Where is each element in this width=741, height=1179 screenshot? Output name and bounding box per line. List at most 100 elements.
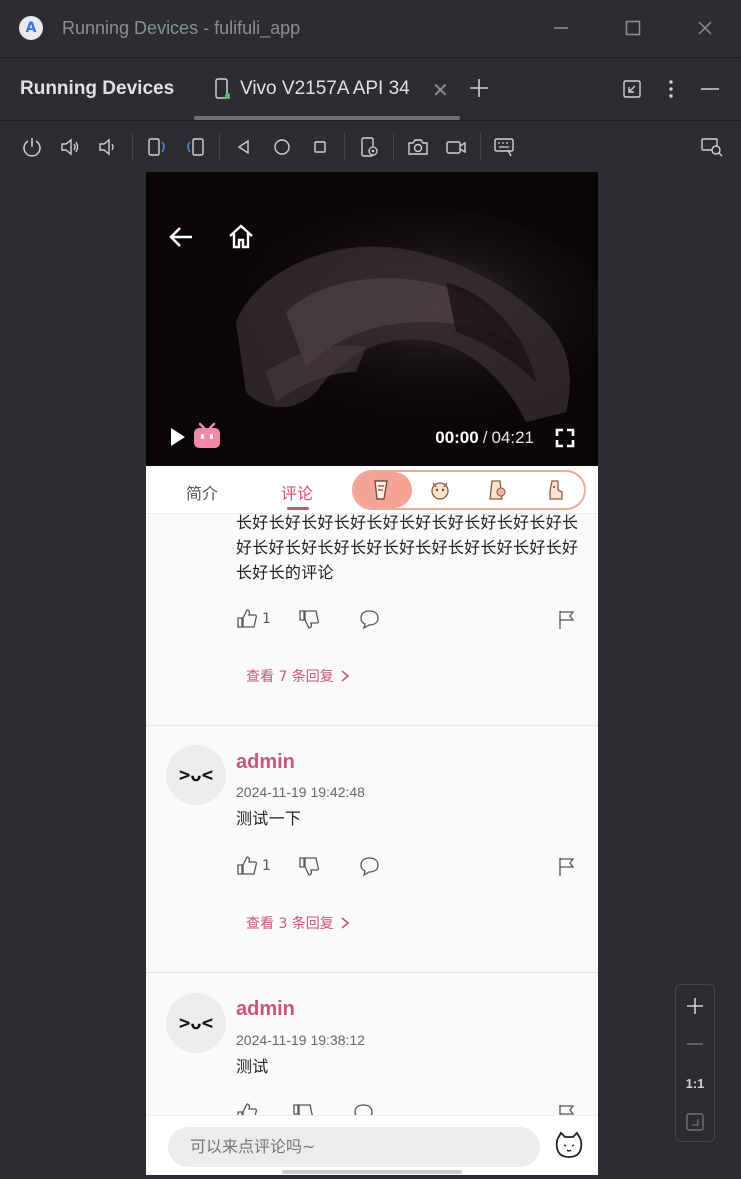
view-replies-label: 查看 7 条回复 (246, 669, 334, 685)
dislike-button[interactable] (292, 1102, 314, 1115)
comment-actions (236, 1102, 581, 1115)
device-screen[interactable]: 00:00/04:21 简介 评论 长好长好长好长好长好长好长好长好长好长好长好… (146, 172, 598, 1175)
screen-record-button[interactable] (437, 127, 475, 167)
comment-date: 2024-11-19 19:38:12 (236, 1032, 365, 1048)
total-time: 04:21 (491, 428, 534, 447)
emoji-cat-button[interactable] (554, 1130, 584, 1164)
overview-button[interactable] (301, 127, 339, 167)
video-player[interactable]: 00:00/04:21 (146, 172, 598, 466)
close-window-button[interactable] (669, 0, 741, 56)
comment-text: 测试 (236, 1057, 269, 1076)
plus-icon (470, 79, 488, 97)
keyboard-input-button[interactable] (486, 127, 524, 167)
plus-icon (687, 998, 703, 1014)
device-tab-label: Vivo V2157A API 34 (240, 78, 410, 99)
flag-icon (559, 858, 575, 876)
tab-comments[interactable]: 评论 (281, 480, 313, 504)
volume-up-button[interactable] (51, 127, 89, 167)
view-replies-label: 查看 3 条回复 (246, 916, 334, 932)
power-button[interactable] (13, 127, 51, 167)
fit-screen-icon (686, 1113, 704, 1131)
triangle-back-icon (237, 139, 249, 155)
view-replies-link[interactable]: 查看 7 条回复 (246, 666, 352, 686)
zoom-in-button[interactable] (676, 987, 714, 1025)
zoom-controls: 1:1 (675, 984, 715, 1142)
maximize-button[interactable] (597, 0, 669, 56)
sticker-1-icon[interactable] (370, 478, 394, 502)
comment-list: 长好长好长好长好长好长好长好长好长好长好长好长好长好长好长好长好长好长好长好长好… (146, 514, 598, 1115)
dislike-button[interactable] (298, 608, 320, 630)
hide-panel-button[interactable] (690, 58, 729, 120)
rotate-left-button[interactable] (138, 127, 176, 167)
tab-close-icon[interactable]: ✕ (432, 78, 449, 102)
thumbs-down-icon (293, 1104, 314, 1115)
tab-active-indicator (287, 507, 309, 510)
fullscreen-icon (555, 428, 575, 448)
screenshot-button[interactable] (399, 127, 437, 167)
comment-bubble-icon (354, 1104, 373, 1115)
sticker-3-icon[interactable] (486, 478, 510, 502)
reply-button[interactable] (358, 608, 380, 630)
avatar[interactable]: >ᴗ< (166, 745, 226, 805)
minimize-button[interactable] (525, 0, 597, 56)
chevron-right-icon (341, 917, 350, 929)
tab-intro[interactable]: 简介 (186, 480, 218, 504)
report-button[interactable] (556, 855, 578, 877)
comment-actions: 1 (236, 608, 581, 632)
back-arrow-icon (169, 227, 192, 247)
thumbs-up-icon (237, 856, 258, 875)
back-button[interactable] (225, 127, 263, 167)
view-replies-link[interactable]: 查看 3 条回复 (246, 913, 352, 933)
comment-username[interactable]: admin (236, 998, 295, 1021)
more-options-button[interactable] (651, 58, 690, 120)
device-tab[interactable]: Vivo V2157A API 34 ✕ (194, 58, 460, 120)
danmaku-toggle[interactable] (192, 422, 222, 454)
device-explorer-button[interactable] (693, 127, 731, 167)
rotate-right-button[interactable] (176, 127, 214, 167)
home-icon (229, 224, 253, 249)
bilibili-tv-icon (194, 422, 220, 448)
reply-button[interactable] (358, 855, 380, 877)
like-button[interactable]: 1 (236, 855, 271, 877)
chevron-right-icon (341, 670, 350, 682)
gesture-home-indicator[interactable] (282, 1170, 462, 1174)
sticker-2-icon[interactable] (428, 478, 452, 502)
fullscreen-button[interactable] (555, 428, 575, 452)
play-button[interactable] (168, 426, 188, 452)
video-time: 00:00/04:21 (435, 428, 534, 448)
volume-down-button[interactable] (89, 127, 127, 167)
flag-icon (559, 1105, 575, 1115)
like-button[interactable]: 1 (236, 608, 271, 630)
comment-username[interactable]: admin (236, 751, 295, 774)
add-device-button[interactable] (467, 76, 491, 104)
like-button[interactable] (236, 1102, 258, 1115)
back-arrow-button[interactable] (166, 222, 196, 256)
restore-icon (622, 80, 641, 98)
home-nav-button[interactable] (226, 222, 256, 256)
comment-input[interactable] (168, 1127, 540, 1167)
like-count: 1 (262, 611, 271, 627)
minus-icon (687, 1043, 703, 1045)
report-button[interactable] (556, 1102, 578, 1115)
flag-icon (559, 611, 575, 629)
square-overview-icon (314, 141, 326, 153)
report-button[interactable] (556, 608, 578, 630)
restore-layout-button[interactable] (612, 58, 651, 120)
window-title: Running Devices - fulifuli_app (62, 17, 301, 38)
device-settings-button[interactable] (350, 127, 388, 167)
like-count: 1 (262, 858, 271, 874)
zoom-fit-button[interactable] (676, 1103, 714, 1141)
reply-button[interactable] (352, 1102, 374, 1115)
window-title-bar: A Running Devices - fulifuli_app (0, 0, 741, 56)
dislike-button[interactable] (298, 855, 320, 877)
panel-title: Running Devices (20, 78, 175, 99)
sticker-switcher (352, 470, 586, 510)
video-camera-icon (446, 141, 466, 154)
comment-input-bar (146, 1115, 598, 1175)
sticker-4-icon[interactable] (544, 478, 568, 502)
avatar[interactable]: >ᴗ< (166, 993, 226, 1053)
comment-divider (146, 725, 598, 726)
home-button[interactable] (263, 127, 301, 167)
zoom-out-button[interactable] (676, 1025, 714, 1063)
zoom-actual-size-button[interactable]: 1:1 (676, 1064, 714, 1102)
